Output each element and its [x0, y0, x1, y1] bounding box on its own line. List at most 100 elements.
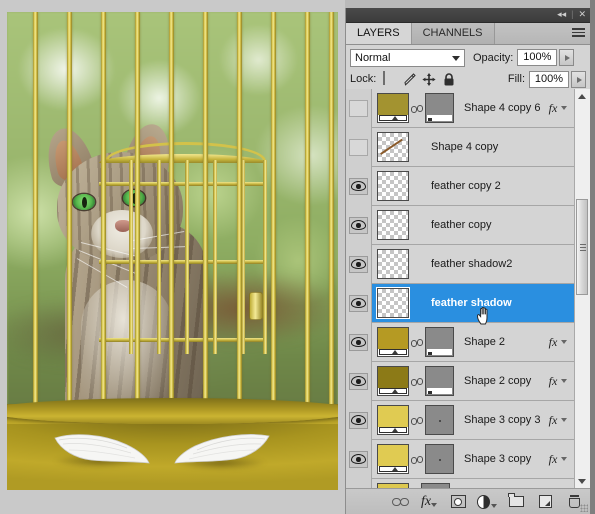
resize-grip-icon[interactable]: [580, 504, 588, 512]
new-group-button[interactable]: [506, 493, 526, 511]
layer-name[interactable]: feather copy: [421, 219, 541, 231]
layer-thumbnail-cell[interactable]: [372, 249, 421, 279]
collapse-double-arrow-icon[interactable]: ◂◂: [557, 9, 566, 20]
layer-thumbnail-cell[interactable]: [372, 444, 454, 474]
link-mask-icon[interactable]: [411, 409, 423, 431]
layer-list[interactable]: Shape 4 copy 6 fx Shape 4 copy feather copy…: [346, 89, 590, 488]
layer-effects-cell[interactable]: fx: [541, 374, 575, 389]
layer-thumbnail-cell[interactable]: [372, 327, 454, 357]
layer-name[interactable]: Shape 3 copy 3: [454, 414, 541, 426]
add-layer-mask-button[interactable]: [448, 493, 468, 511]
layer-visibility-cell[interactable]: [346, 439, 372, 479]
fx-icon[interactable]: fx: [549, 374, 558, 389]
document-canvas-area[interactable]: [0, 0, 345, 514]
link-mask-icon[interactable]: [411, 97, 423, 119]
new-layer-button[interactable]: [535, 493, 555, 511]
layer-name[interactable]: Shape 4 copy: [421, 141, 541, 153]
scroll-up-arrow-icon[interactable]: [575, 89, 589, 103]
scroll-down-arrow-icon[interactable]: [575, 474, 589, 488]
panel-menu-icon[interactable]: [572, 28, 585, 39]
layer-thumbnail[interactable]: [377, 249, 409, 279]
vector-mask-thumbnail[interactable]: [425, 366, 454, 396]
layer-thumbnail-cell[interactable]: [372, 93, 454, 123]
layer-row[interactable]: feather shadow2: [346, 244, 575, 284]
eye-off-icon[interactable]: [349, 99, 368, 117]
fx-icon[interactable]: fx: [549, 413, 558, 428]
layer-name[interactable]: Shape 2: [454, 336, 541, 348]
layer-visibility-cell[interactable]: [346, 322, 372, 362]
scroll-thumb[interactable]: [576, 199, 588, 295]
fill-stepper[interactable]: [571, 70, 586, 88]
layer-visibility-cell[interactable]: [346, 478, 372, 488]
fx-icon[interactable]: fx: [549, 335, 558, 350]
layer-thumbnail[interactable]: [377, 444, 409, 474]
vector-mask-thumbnail[interactable]: [425, 444, 454, 474]
layer-row[interactable]: Shape 2 copy fx: [346, 361, 575, 401]
eye-icon[interactable]: [349, 177, 368, 195]
layer-thumbnail[interactable]: [377, 327, 409, 357]
layer-effects-cell[interactable]: fx: [541, 335, 575, 350]
layer-name[interactable]: Shape 3 copy: [454, 453, 541, 465]
layer-row[interactable]: [346, 478, 575, 488]
layer-name[interactable]: Shape 4 copy 6: [454, 102, 541, 114]
chevron-down-icon[interactable]: [561, 379, 568, 383]
opacity-stepper[interactable]: [559, 49, 575, 66]
layer-thumbnail[interactable]: [377, 93, 409, 123]
link-mask-icon[interactable]: [411, 448, 423, 470]
eye-icon[interactable]: [349, 450, 368, 468]
layer-row[interactable]: Shape 4 copy 6 fx: [346, 89, 575, 128]
layer-thumbnail[interactable]: [377, 366, 409, 396]
eye-icon[interactable]: [349, 255, 368, 273]
vector-mask-thumbnail[interactable]: [425, 93, 454, 123]
layer-thumbnail[interactable]: [377, 171, 409, 201]
lock-image-pixels-brush-icon[interactable]: [401, 72, 417, 87]
layer-row[interactable]: Shape 3 copy 3 fx: [346, 400, 575, 440]
layer-list-scrollbar[interactable]: [574, 89, 590, 488]
eye-icon[interactable]: [349, 411, 368, 429]
layer-thumbnail[interactable]: [377, 405, 409, 435]
layer-thumbnail[interactable]: [377, 132, 409, 162]
layer-row[interactable]: Shape 2 fx: [346, 322, 575, 362]
layer-name[interactable]: feather copy 2: [421, 180, 541, 192]
blend-mode-select[interactable]: Normal: [350, 48, 465, 67]
eye-icon[interactable]: [349, 216, 368, 234]
layer-thumbnail[interactable]: [377, 288, 409, 318]
layer-thumbnail-cell[interactable]: [372, 366, 454, 396]
layer-thumbnail-cell[interactable]: [372, 405, 454, 435]
layer-effects-cell[interactable]: fx: [541, 452, 575, 467]
tab-channels[interactable]: CHANNELS: [411, 23, 495, 44]
layer-row[interactable]: Shape 4 copy: [346, 127, 575, 167]
fill-input[interactable]: 100%: [529, 70, 569, 88]
layer-thumbnail[interactable]: [377, 210, 409, 240]
fx-icon[interactable]: fx: [549, 452, 558, 467]
eye-icon[interactable]: [349, 294, 368, 312]
layers-panel-footer[interactable]: fx: [346, 488, 590, 514]
chevron-down-icon[interactable]: [561, 106, 568, 110]
layer-name[interactable]: feather shadow2: [421, 258, 541, 270]
link-mask-icon[interactable]: [411, 370, 423, 392]
vector-mask-thumbnail[interactable]: [425, 327, 454, 357]
lock-position-move-icon[interactable]: [421, 72, 437, 87]
new-adjustment-layer-button[interactable]: [477, 493, 497, 511]
artwork-image[interactable]: [7, 12, 338, 490]
add-layer-style-button[interactable]: fx: [419, 493, 439, 511]
eye-icon[interactable]: [349, 333, 368, 351]
layer-rows[interactable]: Shape 4 copy 6 fx Shape 4 copy feather copy…: [346, 89, 575, 488]
lock-transparent-pixels-icon[interactable]: [381, 70, 397, 87]
layer-thumbnail-cell[interactable]: [372, 210, 421, 240]
layer-visibility-cell[interactable]: [346, 244, 372, 284]
tab-layers[interactable]: LAYERS: [346, 23, 412, 44]
layer-row[interactable]: feather copy: [346, 205, 575, 245]
layer-visibility-cell[interactable]: [346, 361, 372, 401]
eye-icon[interactable]: [349, 372, 368, 390]
layer-visibility-cell[interactable]: [346, 166, 372, 206]
layer-visibility-cell[interactable]: [346, 89, 372, 128]
layer-row[interactable]: Shape 3 copy fx: [346, 439, 575, 479]
layer-visibility-cell[interactable]: [346, 400, 372, 440]
layer-row[interactable]: feather copy 2: [346, 166, 575, 206]
fx-icon[interactable]: fx: [549, 101, 558, 116]
link-mask-icon[interactable]: [411, 331, 423, 353]
chevron-down-icon[interactable]: [561, 457, 568, 461]
layer-visibility-cell[interactable]: [346, 283, 372, 323]
layer-name[interactable]: Shape 2 copy: [454, 375, 541, 387]
